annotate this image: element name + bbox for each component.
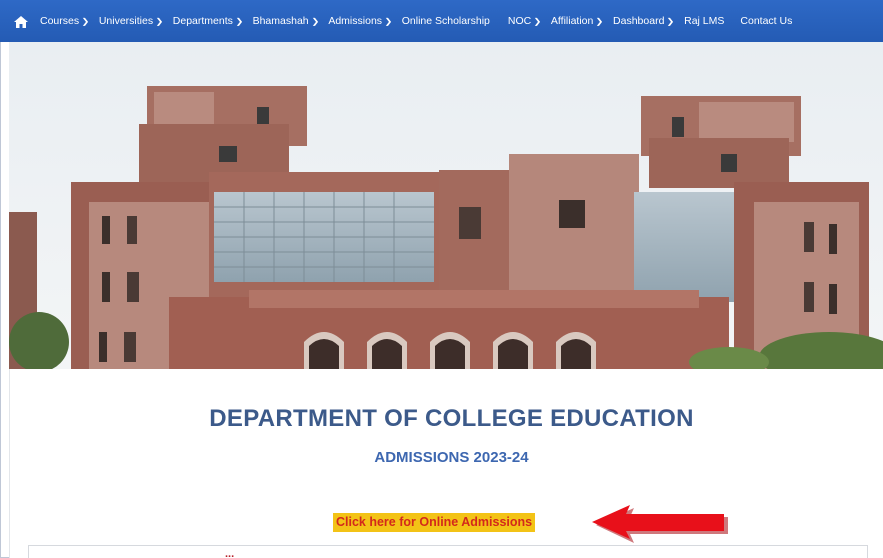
online-admissions-link[interactable]: Click here for Online Admissions (333, 513, 536, 532)
nav-admissions[interactable]: Admissions ❯ (328, 15, 393, 27)
nav-affiliation-label: Affiliation (550, 15, 594, 27)
nav-affiliation[interactable]: Affiliation ❯ (550, 15, 604, 27)
chevron-down-icon: ❯ (235, 16, 244, 26)
bottom-content-box (28, 545, 868, 558)
nav-dashboard[interactable]: Dashboard ❯ (613, 15, 675, 27)
nav-noc-label: NOC (507, 15, 532, 27)
red-arrow-icon (592, 505, 728, 543)
hero-building-image (9, 42, 883, 369)
nav-admissions-label: Admissions (328, 15, 383, 27)
nav-departments[interactable]: Departments ❯ (173, 15, 243, 27)
nav-courses-label: Courses (40, 15, 80, 27)
nav-dashboard-label: Dashboard (613, 15, 665, 27)
nav-raj-lms-label: Raj LMS (684, 15, 725, 27)
main-navbar: Courses ❯ Universities ❯ Departments ❯ Bham… (0, 0, 883, 42)
nav-contact-us[interactable]: Contact Us (740, 15, 792, 27)
nav-departments-label: Departments (172, 15, 233, 27)
chevron-down-icon: ❯ (533, 16, 542, 26)
chevron-down-icon: ❯ (310, 16, 320, 26)
nav-contact-us-label: Contact Us (740, 15, 793, 27)
nav-universities-label: Universities (98, 15, 154, 27)
nav-bhamashah[interactable]: Bhamashah ❯ (253, 15, 319, 27)
nav-noc[interactable]: NOC ❯ (507, 15, 542, 27)
nav-courses[interactable]: Courses ❯ (40, 15, 89, 27)
home-icon[interactable] (14, 15, 28, 28)
admissions-subtitle: ADMISSIONS 2023-24 (374, 449, 529, 466)
page-title: DEPARTMENT OF COLLEGE EDUCATION (209, 405, 694, 432)
chevron-down-icon: ❯ (384, 16, 393, 26)
nav-online-scholarship[interactable]: Online Scholarship (402, 15, 490, 27)
chevron-down-icon: ❯ (666, 16, 675, 26)
bottom-partial-text: ... (225, 548, 235, 558)
nav-universities[interactable]: Universities ❯ (98, 15, 164, 27)
nav-raj-lms[interactable]: Raj LMS (684, 15, 724, 27)
nav-online-scholarship-label: Online Scholarship (401, 15, 490, 27)
chevron-down-icon: ❯ (155, 16, 164, 26)
chevron-down-icon: ❯ (81, 16, 90, 26)
chevron-down-icon: ❯ (595, 16, 604, 26)
nav-bhamashah-label: Bhamashah (252, 15, 309, 27)
